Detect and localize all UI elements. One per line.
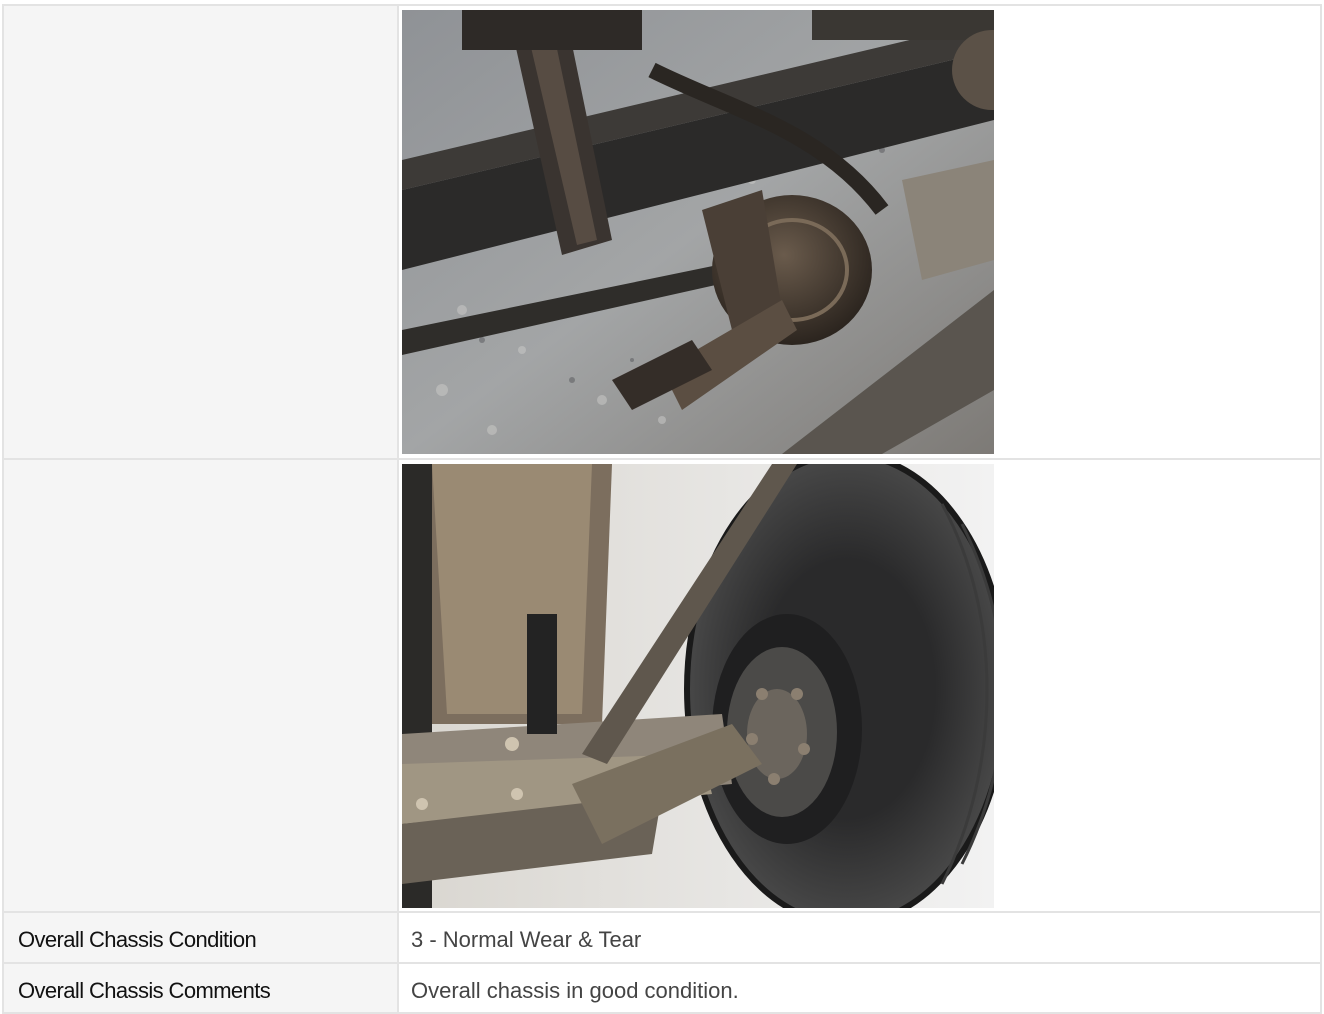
chassis-comments-label: Overall Chassis Comments <box>18 977 271 1003</box>
field-value-cell: 3 - Normal Wear & Tear <box>397 911 1322 964</box>
photo-cell <box>397 4 1322 460</box>
chassis-condition-label: Overall Chassis Condition <box>18 927 257 953</box>
field-label-cell: Overall Chassis Comments <box>2 961 399 1014</box>
field-value-cell: Overall chassis in good condition. <box>397 961 1322 1014</box>
field-label-cell: Overall Chassis Condition <box>2 911 399 964</box>
inspection-table: Overall Chassis Condition 3 - Normal Wea… <box>2 4 1322 1014</box>
table-row-photo-2 <box>2 457 1322 914</box>
chassis-comments-value: Overall chassis in good condition. <box>411 977 739 1003</box>
chassis-condition-value: 3 - Normal Wear & Tear <box>411 927 642 953</box>
table-row-chassis-condition: Overall Chassis Condition 3 - Normal Wea… <box>2 911 1322 964</box>
photo-cell <box>397 457 1322 914</box>
table-row-chassis-comments: Overall Chassis Comments Overall chassis… <box>2 961 1322 1014</box>
front-axle-wheel-photo[interactable] <box>402 463 994 908</box>
empty-label-cell <box>2 4 399 460</box>
chassis-brake-chamber-photo[interactable] <box>402 10 994 454</box>
table-row-photo-1 <box>2 4 1322 460</box>
empty-label-cell <box>2 457 399 914</box>
